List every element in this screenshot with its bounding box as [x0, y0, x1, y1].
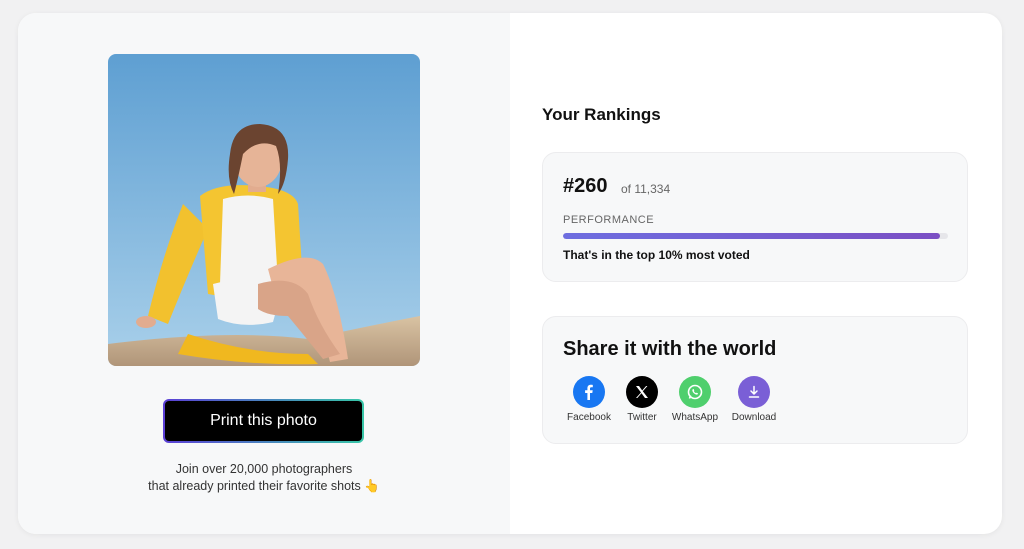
- result-card: Print this photo Join over 20,000 photog…: [18, 13, 1002, 534]
- share-twitter-button[interactable]: Twitter: [612, 376, 672, 423]
- download-icon: [738, 376, 770, 408]
- whatsapp-label: WhatsApp: [671, 412, 719, 423]
- performance-bar-fill: [563, 233, 941, 239]
- share-card: Share it with the world Facebook Twitter…: [542, 316, 968, 444]
- print-photo-button[interactable]: Print this photo: [163, 399, 364, 443]
- rankings-panel: Your Rankings #260 of 11,334 PERFORMANCE…: [510, 13, 1002, 534]
- rank-number: #260: [563, 175, 608, 197]
- performance-label: PERFORMANCE: [563, 214, 655, 226]
- share-title: Share it with the world: [563, 338, 777, 360]
- print-photo-button-label: Print this photo: [210, 412, 317, 429]
- whatsapp-icon: [679, 376, 711, 408]
- twitter-label: Twitter: [627, 412, 657, 423]
- share-whatsapp-button[interactable]: WhatsApp: [665, 376, 725, 423]
- share-download-button[interactable]: Download: [724, 376, 784, 423]
- share-facebook-button[interactable]: Facebook: [559, 376, 619, 423]
- rankings-title: Your Rankings: [542, 105, 661, 124]
- submitted-photo: [108, 54, 420, 366]
- join-text-line2: that already printed their favorite shot…: [18, 478, 510, 495]
- x-icon: [626, 376, 658, 408]
- rank-total: of 11,334: [621, 182, 671, 196]
- join-text-line2-label: that already printed their favorite shot…: [148, 479, 361, 493]
- join-text-line1: Join over 20,000 photographers: [175, 462, 353, 476]
- facebook-label: Facebook: [567, 412, 611, 423]
- performance-bar: [563, 233, 948, 239]
- photo-panel: Print this photo Join over 20,000 photog…: [18, 13, 510, 534]
- download-label: Download: [731, 412, 777, 423]
- top-percent-text: That's in the top 10% most voted: [563, 248, 750, 262]
- facebook-icon: [573, 376, 605, 408]
- ranking-card: #260 of 11,334 PERFORMANCE That's in the…: [542, 152, 968, 282]
- pointing-up-emoji-icon: 👆: [364, 479, 380, 493]
